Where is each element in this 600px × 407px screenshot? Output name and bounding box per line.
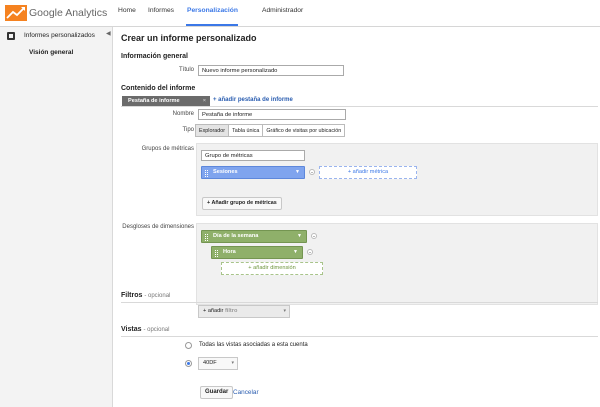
selected-view-value: 40DF [203,360,217,366]
type-label: Tipo [182,127,194,133]
views-optional-text: - opcional [143,327,170,333]
drag-handle-icon[interactable] [205,170,208,177]
sidebar-item-label: Informes personalizados [24,32,95,39]
nav-home[interactable]: Home [118,7,136,14]
tab-divider [121,106,598,107]
main-content: Crear un informe personalizado Informaci… [114,27,600,407]
filters-optional-text: - opcional [144,293,171,299]
sidebar-item-label: Visión general [29,49,74,56]
dimensions-panel: Día de la semana ▼ Hora ▼ + añadir dimen… [196,223,598,305]
chevron-down-icon: ▾ [283,308,286,314]
dimension-pill-label: Día de la semana [213,233,259,239]
metric-group-name-input[interactable]: Grupo de métricas [201,150,305,161]
radio-specific-view[interactable] [185,360,192,367]
all-views-label: Todas las vistas asociadas a esta cuenta [199,342,308,348]
drag-handle-icon[interactable] [205,234,208,241]
filters-divider [121,302,598,303]
google-analytics-logo[interactable]: Google Analytics [5,5,125,21]
chevron-down-icon: ▾ [231,360,234,366]
add-filter-prefix: + añadir [203,308,224,314]
page-title: Crear un informe personalizado [121,33,257,43]
tab-name-input[interactable]: Pestaña de informe [198,109,346,120]
dimension-pill-label: Hora [223,249,236,255]
nav-informes[interactable]: Informes [148,7,174,14]
title-input[interactable]: Nuevo informe personalizado [198,65,344,76]
save-button[interactable]: Guardar [200,386,234,399]
sidebar-item-informes-personalizados[interactable]: Informes personalizados [0,28,112,45]
filters-heading: Filtros - opcional [121,292,170,299]
report-tab-chip[interactable]: Pestaña de informe × [122,96,210,106]
views-divider [121,336,598,337]
type-explorador-button[interactable]: Explorador [195,124,230,137]
add-metric-button[interactable]: + añadir métrica [319,166,417,179]
dimensions-label: Desgloses de dimensiones [122,224,194,230]
chevron-down-icon[interactable]: ▼ [295,167,300,178]
type-tabla-unica-button[interactable]: Tabla única [228,124,264,137]
content-heading: Contenido del informe [121,85,196,92]
logo-text: Google Analytics [29,7,108,19]
close-tab-icon[interactable]: × [203,97,206,105]
metric-pill-label: Sesiones [213,169,238,175]
remove-dimension-icon[interactable] [311,233,317,239]
type-grafico-ubicacion-button[interactable]: Gráfico de visitas por ubicación [262,124,346,137]
title-label: Título [178,67,194,73]
add-metric-group-button[interactable]: + Añadir grupo de métricas [202,197,282,210]
top-bar: Google Analytics Home Informes Personali… [0,0,600,27]
views-heading-text: Vistas [121,326,142,333]
dimension-pill-dia-semana[interactable]: Día de la semana ▼ [201,230,307,243]
add-filter-placeholder: filtro [224,308,238,314]
add-dimension-button[interactable]: + añadir dimensión [221,262,323,275]
radio-all-views[interactable] [185,342,192,349]
general-heading: Información general [121,53,188,60]
add-report-tab-link[interactable]: + añadir pestaña de informe [213,97,293,103]
active-tab-indicator [186,24,238,26]
sidebar-item-vision-general[interactable]: Visión general [0,45,112,62]
report-tab-label: Pestaña de informe [128,98,180,104]
custom-report-icon [7,32,15,40]
report-type-selector: Explorador Tabla única Gráfico de visita… [195,124,346,137]
views-heading: Vistas - opcional [121,326,169,333]
remove-metric-icon[interactable] [309,169,315,175]
nav-personalizacion[interactable]: Personalización [187,7,238,14]
view-select[interactable]: 40DF ▾ [198,357,238,370]
chevron-down-icon[interactable]: ▼ [293,247,298,258]
nav-administrador[interactable]: Administrador [262,7,303,14]
remove-dimension-icon[interactable] [307,249,313,255]
sidebar: ◀ Informes personalizados Visión general [0,27,113,407]
add-filter-select[interactable]: + añadir filtro ▾ [198,305,290,318]
filters-heading-text: Filtros [121,292,143,299]
analytics-logo-icon [5,5,27,21]
name-label: Nombre [172,111,194,117]
chevron-down-icon[interactable]: ▼ [297,231,302,242]
cancel-link[interactable]: Cancelar [233,389,259,396]
metric-pill-sesiones[interactable]: Sesiones ▼ [201,166,305,179]
drag-handle-icon[interactable] [215,250,218,257]
dimension-pill-hora[interactable]: Hora ▼ [211,246,303,259]
metric-groups-label: Grupos de métricas [141,146,194,152]
